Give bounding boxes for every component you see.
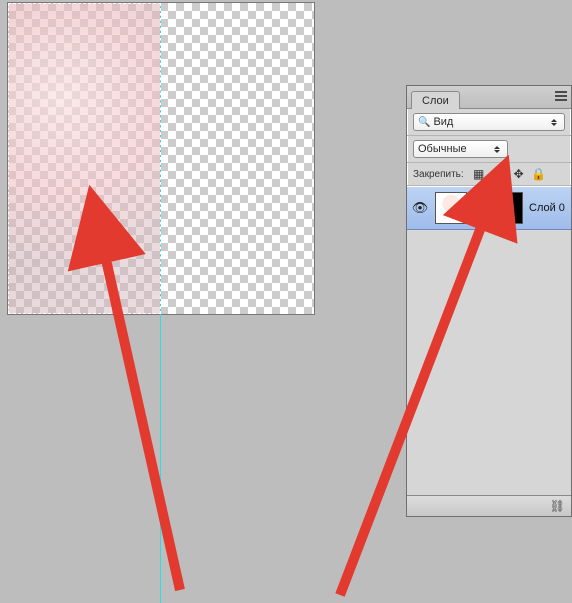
lock-row: Закрепить: ▦ ✎ ✥ 🔒 bbox=[407, 163, 571, 186]
link-layers-icon[interactable]: ⛓ bbox=[550, 499, 565, 513]
layer-content-preview bbox=[8, 3, 161, 314]
layer-list: 👁 ⛓ Слой 0 bbox=[407, 186, 571, 495]
layer-thumbnail[interactable] bbox=[435, 192, 467, 224]
document-canvas[interactable] bbox=[8, 3, 314, 314]
mask-link-icon[interactable]: ⛓ bbox=[473, 201, 485, 215]
layers-panel: Слои Вид Обычные Закрепить: ▦ ✎ ✥ 🔒 👁 ⛓ bbox=[406, 85, 572, 517]
blend-mode-row: Обычные bbox=[407, 136, 571, 163]
lock-all-icon[interactable]: 🔒 bbox=[532, 167, 546, 181]
vertical-guide[interactable] bbox=[160, 3, 161, 603]
visibility-eye-icon[interactable]: 👁 bbox=[411, 200, 429, 216]
blend-mode-value: Обычные bbox=[418, 143, 467, 155]
lock-transparency-icon[interactable]: ▦ bbox=[472, 167, 486, 181]
lock-label: Закрепить: bbox=[413, 169, 464, 180]
panel-menu-button[interactable] bbox=[553, 88, 569, 104]
panel-footer: ⛓ bbox=[407, 495, 571, 516]
search-icon bbox=[418, 116, 433, 128]
dropdown-arrows-icon bbox=[491, 141, 503, 157]
layer-filter-select[interactable]: Вид bbox=[413, 113, 565, 131]
tab-layers[interactable]: Слои bbox=[411, 91, 460, 109]
panel-tabbar: Слои bbox=[407, 86, 571, 109]
dropdown-arrows-icon bbox=[548, 114, 560, 130]
lock-position-icon[interactable]: ✥ bbox=[512, 167, 526, 181]
layer-name-label[interactable]: Слой 0 bbox=[529, 202, 565, 214]
layer-filter-label: Вид bbox=[433, 116, 453, 128]
lock-pixels-icon[interactable]: ✎ bbox=[492, 167, 506, 181]
blend-mode-select[interactable]: Обычные bbox=[413, 140, 508, 158]
layer-filter-row: Вид bbox=[407, 109, 571, 136]
layer-row[interactable]: 👁 ⛓ Слой 0 bbox=[407, 186, 571, 230]
layer-mask-thumbnail[interactable] bbox=[491, 192, 523, 224]
